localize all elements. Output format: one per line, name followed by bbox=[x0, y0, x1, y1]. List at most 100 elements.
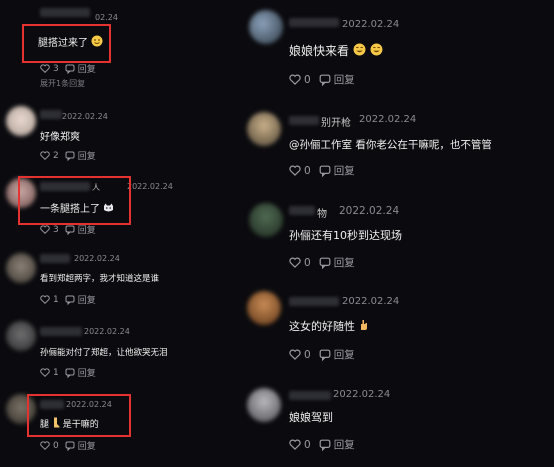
heart-icon bbox=[40, 64, 50, 73]
heart-icon bbox=[40, 368, 50, 377]
comment-text: 这女的好随性 bbox=[289, 318, 368, 334]
like-button[interactable]: 0 bbox=[40, 441, 59, 451]
avatar[interactable] bbox=[249, 10, 283, 44]
commenter-name[interactable] bbox=[289, 18, 339, 27]
like-count: 0 bbox=[304, 438, 311, 451]
comment-actions: 3 回复 bbox=[40, 62, 96, 75]
commenter-name[interactable] bbox=[289, 116, 319, 125]
comment-item: 2022.02.24 看到郑超两字，我才知道这是谁 1 回复 bbox=[0, 245, 245, 315]
commenter-name[interactable] bbox=[40, 327, 82, 336]
avatar[interactable] bbox=[6, 321, 36, 351]
reply-button[interactable]: 回复 bbox=[65, 223, 96, 236]
reply-button[interactable]: 回复 bbox=[319, 437, 355, 452]
like-button[interactable]: 2 bbox=[40, 151, 59, 161]
reply-bubble-icon bbox=[319, 439, 331, 451]
reply-label: 回复 bbox=[77, 226, 96, 236]
comment-date: 2022.02.24 bbox=[342, 19, 400, 30]
avatar[interactable] bbox=[6, 106, 36, 136]
like-button[interactable]: 0 bbox=[289, 74, 311, 86]
heart-icon bbox=[289, 74, 301, 85]
comment-actions: 2 回复 bbox=[40, 149, 96, 162]
comment-actions: 1 回复 bbox=[40, 293, 96, 306]
reply-bubble-icon bbox=[65, 225, 75, 235]
like-button[interactable]: 0 bbox=[289, 165, 311, 177]
reply-button[interactable]: 回复 bbox=[65, 62, 96, 75]
commenter-name[interactable] bbox=[40, 110, 62, 119]
like-button[interactable]: 1 bbox=[40, 368, 59, 378]
like-count: 0 bbox=[304, 256, 311, 269]
comment-date: 02.24 bbox=[95, 13, 118, 22]
comment-date: 2022.02.24 bbox=[342, 296, 400, 307]
reply-label: 回复 bbox=[77, 442, 96, 452]
comment-date: 2022.02.24 bbox=[127, 182, 173, 191]
commenter-name[interactable] bbox=[289, 297, 339, 306]
like-count: 2 bbox=[53, 150, 59, 161]
reply-button[interactable]: 回复 bbox=[319, 72, 355, 87]
comment-actions: 3 回复 bbox=[40, 223, 96, 236]
reply-button[interactable]: 回复 bbox=[65, 293, 96, 306]
reply-bubble-icon bbox=[65, 295, 75, 305]
reply-button[interactable]: 回复 bbox=[319, 255, 355, 270]
reply-label: 回复 bbox=[333, 74, 355, 86]
reply-button[interactable]: 回复 bbox=[65, 149, 96, 162]
like-button[interactable]: 0 bbox=[289, 349, 311, 361]
like-button[interactable]: 1 bbox=[40, 295, 59, 305]
reply-button[interactable]: 回复 bbox=[65, 439, 96, 452]
commenter-name[interactable] bbox=[40, 8, 90, 17]
comment-text: 好像郑爽 bbox=[40, 132, 80, 143]
comment-text: 娘娘快来看 bbox=[289, 42, 383, 59]
avatar[interactable] bbox=[247, 388, 281, 422]
heart-icon bbox=[40, 151, 50, 160]
comment-item: 2022.02.24 腿 是干嘛的 0 回复 bbox=[0, 390, 245, 467]
comment-actions: 1 回复 bbox=[40, 366, 96, 379]
reply-label: 回复 bbox=[333, 257, 355, 269]
hand-emoji-icon bbox=[359, 319, 368, 334]
like-button[interactable]: 3 bbox=[40, 225, 59, 235]
right-comment-column: 2022.02.24 娘娘快来看 0 回复 别开枪 2022.02.24 @孙俪… bbox=[245, 0, 554, 467]
comment-item: 物 2022.02.24 孙俪还有10秒到达现场 0 回复 bbox=[245, 195, 554, 285]
avatar[interactable] bbox=[247, 112, 281, 146]
like-button[interactable]: 3 bbox=[40, 64, 59, 74]
comment-actions: 0 回复 bbox=[289, 347, 355, 362]
reply-button[interactable]: 回复 bbox=[319, 347, 355, 362]
comment-actions: 0 回复 bbox=[40, 439, 96, 452]
reply-label: 回复 bbox=[77, 296, 96, 306]
highlight-box bbox=[27, 394, 131, 437]
heart-icon bbox=[40, 441, 50, 450]
like-button[interactable]: 0 bbox=[289, 439, 311, 451]
heart-icon bbox=[40, 295, 50, 304]
comment-text: 娘娘驾到 bbox=[289, 411, 333, 424]
avatar[interactable] bbox=[249, 203, 283, 237]
heart-icon bbox=[289, 257, 301, 268]
avatar[interactable] bbox=[247, 291, 281, 325]
highlight-box bbox=[18, 176, 131, 225]
commenter-name[interactable] bbox=[40, 254, 70, 263]
reply-button[interactable]: 回复 bbox=[319, 163, 355, 178]
reply-bubble-icon bbox=[65, 368, 75, 378]
like-count: 0 bbox=[304, 73, 311, 86]
comment-actions: 0 回复 bbox=[289, 72, 355, 87]
like-count: 0 bbox=[53, 440, 59, 451]
comment-date: 2022.02.24 bbox=[84, 327, 130, 336]
reply-label: 回复 bbox=[333, 439, 355, 451]
comment-text: 孙俪还有10秒到达现场 bbox=[289, 229, 402, 242]
reply-button[interactable]: 回复 bbox=[65, 366, 96, 379]
expand-replies-link[interactable]: 展开1条回复 bbox=[40, 78, 85, 89]
reply-bubble-icon bbox=[319, 349, 331, 361]
reply-bubble-icon bbox=[319, 74, 331, 86]
reply-bubble-icon bbox=[65, 441, 75, 451]
commenter-name-suffix: 别开枪 bbox=[321, 118, 351, 129]
grin-emoji-icon bbox=[353, 43, 366, 59]
comment-date: 2022.02.24 bbox=[333, 389, 391, 400]
commenter-name[interactable] bbox=[289, 206, 315, 215]
avatar[interactable] bbox=[6, 253, 36, 283]
comment-actions: 0 回复 bbox=[289, 437, 355, 452]
grin-emoji-icon bbox=[370, 43, 383, 59]
commenter-name[interactable] bbox=[289, 391, 331, 400]
like-button[interactable]: 0 bbox=[289, 257, 311, 269]
comment-date: 2022.02.24 bbox=[339, 205, 400, 217]
like-count: 0 bbox=[304, 348, 311, 361]
like-count: 0 bbox=[304, 164, 311, 177]
comment-date: 2022.02.24 bbox=[359, 114, 417, 125]
comment-item: 2022.02.24 好像郑爽 2 回复 bbox=[0, 100, 245, 170]
